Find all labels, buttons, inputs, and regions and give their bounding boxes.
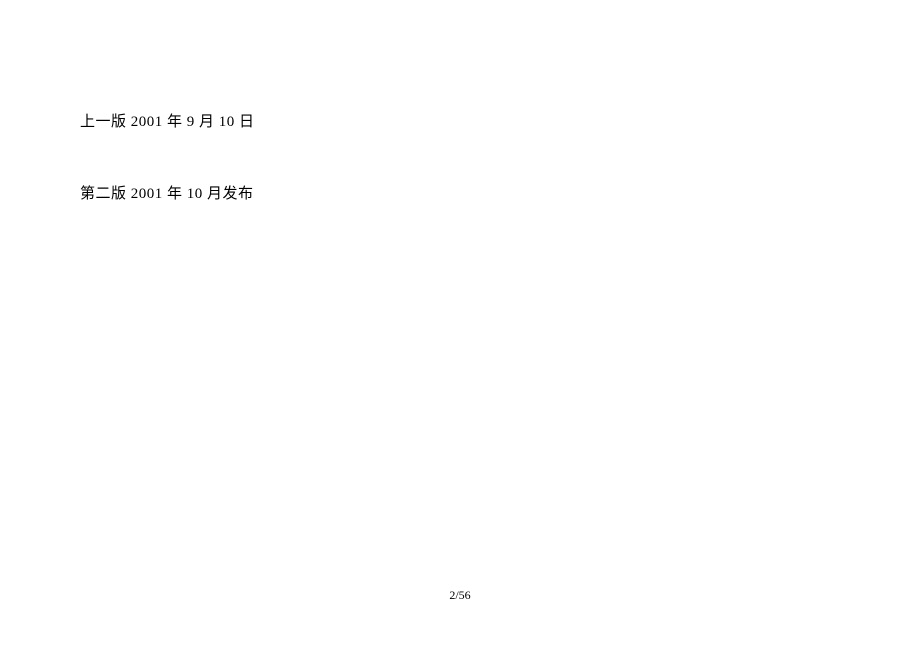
page-footer: 2/56 <box>0 588 920 603</box>
page-content: 上一版 2001 年 9 月 10 日 第二版 2001 年 10 月发布 <box>0 0 920 206</box>
previous-edition-date: 上一版 2001 年 9 月 10 日 <box>80 110 840 134</box>
page-number: 2/56 <box>449 588 470 602</box>
second-edition-publish-date: 第二版 2001 年 10 月发布 <box>80 182 840 206</box>
